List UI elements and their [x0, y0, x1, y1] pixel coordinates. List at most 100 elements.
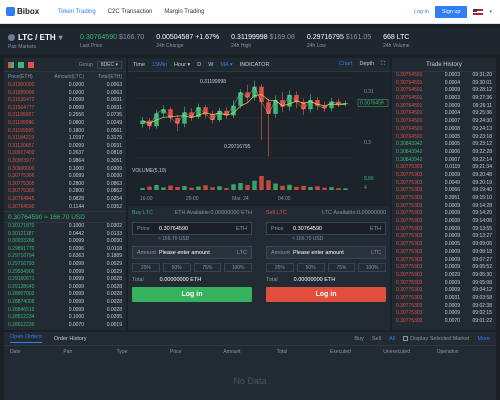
- depth-tab[interactable]: Depth: [359, 61, 374, 68]
- ask-row[interactable]: 0.30900000 0.1000 0.0309: [4, 166, 126, 174]
- ask-row[interactable]: 0.31130657 0.0099 0.0031: [4, 143, 126, 151]
- bid-row[interactable]: 0.30033288 0.0099 0.0030: [4, 238, 126, 246]
- ask-row[interactable]: 0.30903977 0.9864 0.3051: [4, 158, 126, 166]
- total-cell: 0.0029: [106, 268, 122, 275]
- price-cell: 0.30764845: [8, 195, 35, 202]
- filter-all[interactable]: All: [389, 336, 395, 342]
- more-link[interactable]: More: [477, 336, 490, 342]
- buy-pct-100[interactable]: 100%: [224, 263, 252, 272]
- fullscreen-icon[interactable]: ⛶: [381, 61, 385, 68]
- price-cell: 0.30775303: [396, 302, 423, 309]
- sell-pct-75[interactable]: 75%: [327, 263, 356, 272]
- ask-row[interactable]: 0.30764845 0.0828 0.0254: [4, 196, 126, 204]
- ask-row[interactable]: 0.30764590 0.1144 0.0352: [4, 204, 126, 212]
- sell-pct-50[interactable]: 50%: [296, 263, 325, 272]
- ma-select[interactable]: MA ▾: [220, 62, 232, 68]
- interval-week[interactable]: W: [208, 62, 213, 68]
- bid-row[interactable]: 0.28907002 0.0099 0.0028: [4, 291, 126, 299]
- us-flag-icon[interactable]: [473, 8, 484, 15]
- indicator-button[interactable]: INDICATOR: [240, 62, 270, 68]
- bid-row[interactable]: 0.29160671 0.0099 0.0028: [4, 276, 126, 284]
- amount-cell: 0.9864: [68, 157, 84, 164]
- price-cell: 0.30764591: [396, 110, 423, 117]
- buy-price-field[interactable]: Price 0.30764590 ETH: [132, 222, 252, 235]
- candlestick-chart[interactable]: 0.31199998 0.29716795 0.3076459 0.31 0.3 VOLU…: [128, 72, 390, 204]
- signup-button[interactable]: Sign up: [434, 5, 468, 18]
- price-cell: 0.30775303: [396, 210, 423, 217]
- ask-row[interactable]: 0.31199995 0.1800 0.0561: [4, 128, 126, 136]
- price-cell: 0.30775303: [396, 171, 423, 178]
- filter-buy[interactable]: Buy: [354, 336, 363, 342]
- mid-price[interactable]: 0.30764590 ≈ 166.70 USD: [4, 211, 126, 224]
- login-link[interactable]: Log in: [414, 9, 429, 15]
- buy-pct-50[interactable]: 50%: [162, 263, 191, 272]
- interval-15min[interactable]: 15Min: [152, 62, 167, 68]
- tab-order-history[interactable]: Order History: [54, 336, 87, 342]
- bid-row[interactable]: 0.30121187 0.0442 0.0133: [4, 231, 126, 239]
- chevron-down-icon[interactable]: ▾: [489, 9, 492, 15]
- ask-row[interactable]: 0.31504777 0.0099 0.0031: [4, 105, 126, 113]
- nav-token-trading[interactable]: Token Trading: [58, 9, 96, 15]
- buy-pct-75[interactable]: 75%: [193, 263, 222, 272]
- buy-pct-25[interactable]: 25%: [132, 263, 160, 272]
- history-row: 0.30775303 0.0009 09:14:28: [392, 203, 496, 211]
- history-row: 0.30775303 0.0009 09:08:18: [392, 249, 496, 257]
- change-value: 0.00504587: [156, 33, 194, 41]
- amount-cell: 0.0070: [68, 321, 84, 328]
- bid-row[interactable]: 0.28846519 0.0099 0.0028: [4, 307, 126, 315]
- sell-login-button[interactable]: Log in: [266, 287, 386, 302]
- bid-row[interactable]: 0.29534906 0.0099 0.0029: [4, 269, 126, 277]
- history-row: 0.30775303 0.0009 09:02:38: [392, 303, 496, 311]
- filter-sell[interactable]: Sell: [372, 336, 381, 342]
- ask-row[interactable]: 0.31900000 0.0200 0.0063: [4, 82, 126, 90]
- sell-pct-25[interactable]: 25%: [266, 263, 294, 272]
- sell-pct-100[interactable]: 100%: [358, 263, 386, 272]
- ask-row[interactable]: 0.31535472 0.0099 0.0031: [4, 97, 126, 105]
- chart-tab[interactable]: Chart: [339, 61, 352, 68]
- amount-cell: 0.0029: [444, 271, 460, 278]
- ask-row[interactable]: 0.30775306 0.0099 0.0030: [4, 173, 126, 181]
- bid-row[interactable]: 0.28874008 0.0099 0.0028: [4, 299, 126, 307]
- last-price-label: 0.3076459: [360, 101, 384, 107]
- ask-row[interactable]: 0.30775305 0.2800 0.0863: [4, 181, 126, 189]
- brand-name: Bibox: [17, 7, 40, 16]
- volume-bar: [175, 186, 180, 190]
- price-cell: 0.31130657: [8, 142, 35, 149]
- ask-row[interactable]: 0.30775305 0.2800 0.0862: [4, 188, 126, 196]
- buy-login-button[interactable]: Log in: [132, 287, 252, 302]
- ask-row[interactable]: 0.31199997 0.2556 0.0735: [4, 112, 126, 120]
- brand-logo[interactable]: Bibox: [6, 7, 42, 16]
- bid-row[interactable]: 0.28512234 0.1000 0.0285: [4, 314, 126, 322]
- trade-panel: Buy LTC ETH Available:0.00000000 ETH Pri…: [128, 206, 390, 330]
- tab-open-orders[interactable]: Open Orders: [10, 334, 42, 343]
- nav-c2c-transaction[interactable]: C2C Transaction: [108, 9, 153, 15]
- amount-cell: 0.0009: [444, 210, 460, 217]
- group-select[interactable]: 8DEC ▾: [96, 60, 122, 69]
- display-selected-market[interactable]: Display Selected Market: [403, 336, 469, 342]
- bid-row[interactable]: 0.29716794 0.6363 0.1889: [4, 253, 126, 261]
- ask-row[interactable]: 0.31184219 1.0197 0.3179: [4, 135, 126, 143]
- bid-row[interactable]: 0.29128640 0.0099 0.0028: [4, 284, 126, 292]
- candle-body: [182, 112, 187, 124]
- buy-amount-field[interactable]: Amount Please enter amount LTC: [132, 246, 252, 259]
- ask-row[interactable]: 0.31199996 0.0800 0.0249: [4, 120, 126, 128]
- ask-row[interactable]: 0.30917400 0.2637 0.0818: [4, 150, 126, 158]
- sell-price-field[interactable]: Price 0.30764590 ETH: [266, 222, 386, 235]
- history-row: 0.30775303 0.0031 09:03:58: [392, 295, 496, 303]
- asks-view-icon[interactable]: [28, 61, 34, 68]
- bids-view-icon[interactable]: [18, 61, 24, 68]
- bid-row[interactable]: 0.29716793 0.0099 0.0029: [4, 261, 126, 269]
- sell-amount-field[interactable]: Amount Please enter amount LTC: [266, 246, 386, 259]
- interval-hour[interactable]: Hour ▾: [174, 62, 190, 68]
- bid-row[interactable]: 0.29891770 0.0396 0.0118: [4, 246, 126, 254]
- pair-selector[interactable]: LTC / ETH ▾ Pair Markets: [8, 33, 68, 50]
- interval-day[interactable]: D: [197, 62, 201, 68]
- total-cell: 0.0352: [106, 203, 122, 210]
- bid-row[interactable]: 0.30171870 0.1000 0.0302: [4, 223, 126, 231]
- nav-margin-trading[interactable]: Margin Trading: [164, 9, 204, 15]
- bid-row[interactable]: 0.28012236 0.0070 0.0019: [4, 322, 126, 330]
- ask-row[interactable]: 0.31899999 0.0200 0.0063: [4, 90, 126, 98]
- total-cell: 0.0302: [106, 223, 122, 230]
- both-sides-view-icon[interactable]: [8, 61, 14, 68]
- price-cell: 0.31535472: [8, 97, 35, 104]
